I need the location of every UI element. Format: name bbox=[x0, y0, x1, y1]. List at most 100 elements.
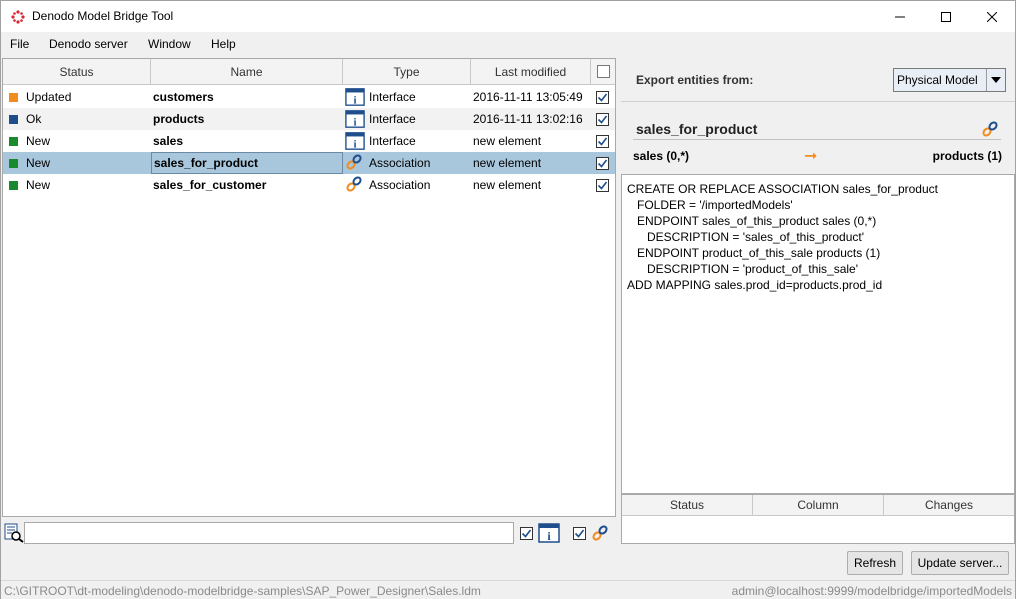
entities-table: Status Name Type Last modified Updated cu… bbox=[2, 58, 616, 517]
association-icon bbox=[345, 175, 365, 195]
row-type: Association bbox=[343, 152, 471, 174]
model-select[interactable]: Physical Model bbox=[893, 68, 1006, 92]
row-last-modified: 2016-11-11 13:05:49 bbox=[473, 90, 583, 104]
table-row[interactable]: New sales i Interface new element bbox=[3, 130, 615, 152]
association-icon bbox=[592, 525, 608, 541]
row-status: Updated bbox=[3, 86, 151, 108]
row-checkbox[interactable] bbox=[596, 90, 609, 104]
association-icon bbox=[982, 121, 998, 137]
minimize-button[interactable] bbox=[877, 1, 923, 32]
denodo-logo-icon bbox=[11, 10, 25, 24]
minimize-icon bbox=[895, 16, 905, 17]
code-line: DESCRIPTION = 'product_of_this_sale' bbox=[627, 262, 859, 276]
row-status-text: New bbox=[26, 156, 51, 170]
code-line: ADD MAPPING sales.prod_id=products.prod_… bbox=[627, 278, 883, 292]
row-status: New bbox=[3, 130, 151, 152]
row-type-text: Interface bbox=[369, 134, 416, 148]
row-last-modified: 2016-11-11 13:02:16 bbox=[473, 112, 583, 126]
close-button[interactable] bbox=[969, 1, 1015, 32]
row-status-text: New bbox=[26, 134, 51, 148]
interface-icon: i bbox=[345, 87, 365, 107]
row-last-modified: new element bbox=[473, 134, 542, 148]
row-name[interactable]: sales_for_product bbox=[151, 152, 343, 174]
maximize-button[interactable] bbox=[923, 1, 969, 32]
svg-text:i: i bbox=[353, 116, 356, 128]
status-indicator-icon bbox=[9, 180, 18, 190]
close-icon bbox=[987, 11, 997, 22]
code-line: FOLDER = '/importedModels' bbox=[627, 198, 793, 212]
filter-interface-checkbox[interactable] bbox=[520, 527, 533, 540]
check-icon bbox=[574, 529, 585, 538]
code-line: ENDPOINT sales_of_this_product sales (0,… bbox=[627, 214, 877, 228]
vql-code-view[interactable]: CREATE OR REPLACE ASSOCIATION sales_for_… bbox=[621, 174, 1015, 494]
status-bar: C:\GITROOT\dt-modeling\denodo-modelbridg… bbox=[1, 580, 1015, 599]
changes-header-column[interactable]: Column bbox=[753, 495, 884, 516]
changes-header-status[interactable]: Status bbox=[622, 495, 753, 516]
interface-icon: i bbox=[345, 131, 365, 151]
export-panel: Export entities from: Physical Model bbox=[621, 58, 1015, 102]
row-checkbox[interactable] bbox=[596, 156, 609, 170]
menu-file[interactable]: File bbox=[10, 37, 29, 51]
server-connection: admin@localhost:9999/modelbridge/importe… bbox=[731, 584, 1012, 598]
table-row[interactable]: New sales_for_product Association new eleme… bbox=[3, 152, 615, 174]
select-all-checkbox[interactable] bbox=[596, 65, 610, 78]
row-type-text: Interface bbox=[369, 90, 416, 104]
row-type-text: Interface bbox=[369, 112, 416, 126]
changes-header-changes[interactable]: Changes bbox=[884, 495, 1014, 516]
menu-denodo-server[interactable]: Denodo server bbox=[49, 37, 128, 51]
row-status: New bbox=[3, 174, 151, 196]
row-type: i Interface bbox=[343, 108, 471, 130]
main-window: Denodo Model Bridge Tool File Denodo ser… bbox=[0, 0, 1016, 599]
window-title: Denodo Model Bridge Tool bbox=[32, 9, 174, 23]
filter-association-checkbox[interactable] bbox=[573, 527, 586, 540]
column-header-name[interactable]: Name bbox=[151, 59, 343, 84]
menu-help[interactable]: Help bbox=[211, 37, 236, 51]
row-checkbox[interactable] bbox=[596, 112, 609, 126]
changes-table: Status Column Changes bbox=[621, 494, 1015, 544]
table-header: Status Name Type Last modified bbox=[3, 59, 615, 85]
status-indicator-icon bbox=[9, 136, 18, 146]
dropdown-arrow-icon[interactable] bbox=[986, 69, 1005, 91]
row-name[interactable]: sales bbox=[151, 130, 343, 152]
association-source-endpoint: sales (0,*) bbox=[633, 149, 690, 163]
table-row[interactable]: Updated customers i Interface 2016-11-11 13:… bbox=[3, 86, 615, 108]
svg-text:i: i bbox=[353, 138, 356, 150]
code-line: CREATE OR REPLACE ASSOCIATION sales_for_… bbox=[627, 182, 938, 196]
row-name[interactable]: products bbox=[151, 108, 343, 130]
table-row[interactable]: Ok products i Interface 2016-11-11 13:02:16 bbox=[3, 108, 615, 130]
row-type: i Interface bbox=[343, 130, 471, 152]
filter-input[interactable] bbox=[24, 522, 514, 544]
status-indicator-icon bbox=[9, 92, 18, 102]
row-checkbox[interactable] bbox=[596, 178, 609, 192]
row-checkbox[interactable] bbox=[596, 134, 609, 148]
divider bbox=[633, 139, 1001, 140]
row-status-text: New bbox=[26, 178, 51, 192]
row-status-text: Updated bbox=[26, 90, 72, 104]
column-header-last-modified[interactable]: Last modified bbox=[471, 59, 591, 84]
row-checkbox-cell bbox=[596, 174, 614, 196]
row-type-text: Association bbox=[369, 178, 431, 192]
column-header-status[interactable]: Status bbox=[3, 59, 151, 84]
row-name[interactable]: sales_for_customer bbox=[151, 174, 343, 196]
svg-text:i: i bbox=[353, 94, 356, 106]
row-checkbox-cell bbox=[596, 86, 614, 108]
row-type-text: Association bbox=[369, 156, 431, 170]
interface-icon: i bbox=[345, 109, 365, 129]
update-server-button[interactable]: Update server... bbox=[911, 551, 1009, 575]
column-header-type[interactable]: Type bbox=[343, 59, 471, 84]
association-target-endpoint: products (1) bbox=[932, 149, 1002, 163]
row-name[interactable]: customers bbox=[151, 86, 343, 108]
entity-title: sales_for_product bbox=[636, 121, 758, 137]
menu-window[interactable]: Window bbox=[148, 37, 191, 51]
code-line: DESCRIPTION = 'sales_of_this_product' bbox=[627, 230, 865, 244]
maximize-icon bbox=[941, 11, 951, 22]
search-icon[interactable] bbox=[4, 523, 24, 543]
association-icon bbox=[345, 153, 365, 173]
status-indicator-icon bbox=[9, 158, 18, 168]
refresh-button[interactable]: Refresh bbox=[847, 551, 903, 575]
column-header-select-all[interactable] bbox=[591, 59, 615, 84]
status-indicator-icon bbox=[9, 114, 18, 124]
table-row[interactable]: New sales_for_customer Association new elem… bbox=[3, 174, 615, 196]
row-checkbox-cell bbox=[596, 130, 614, 152]
export-label: Export entities from: bbox=[636, 73, 754, 87]
